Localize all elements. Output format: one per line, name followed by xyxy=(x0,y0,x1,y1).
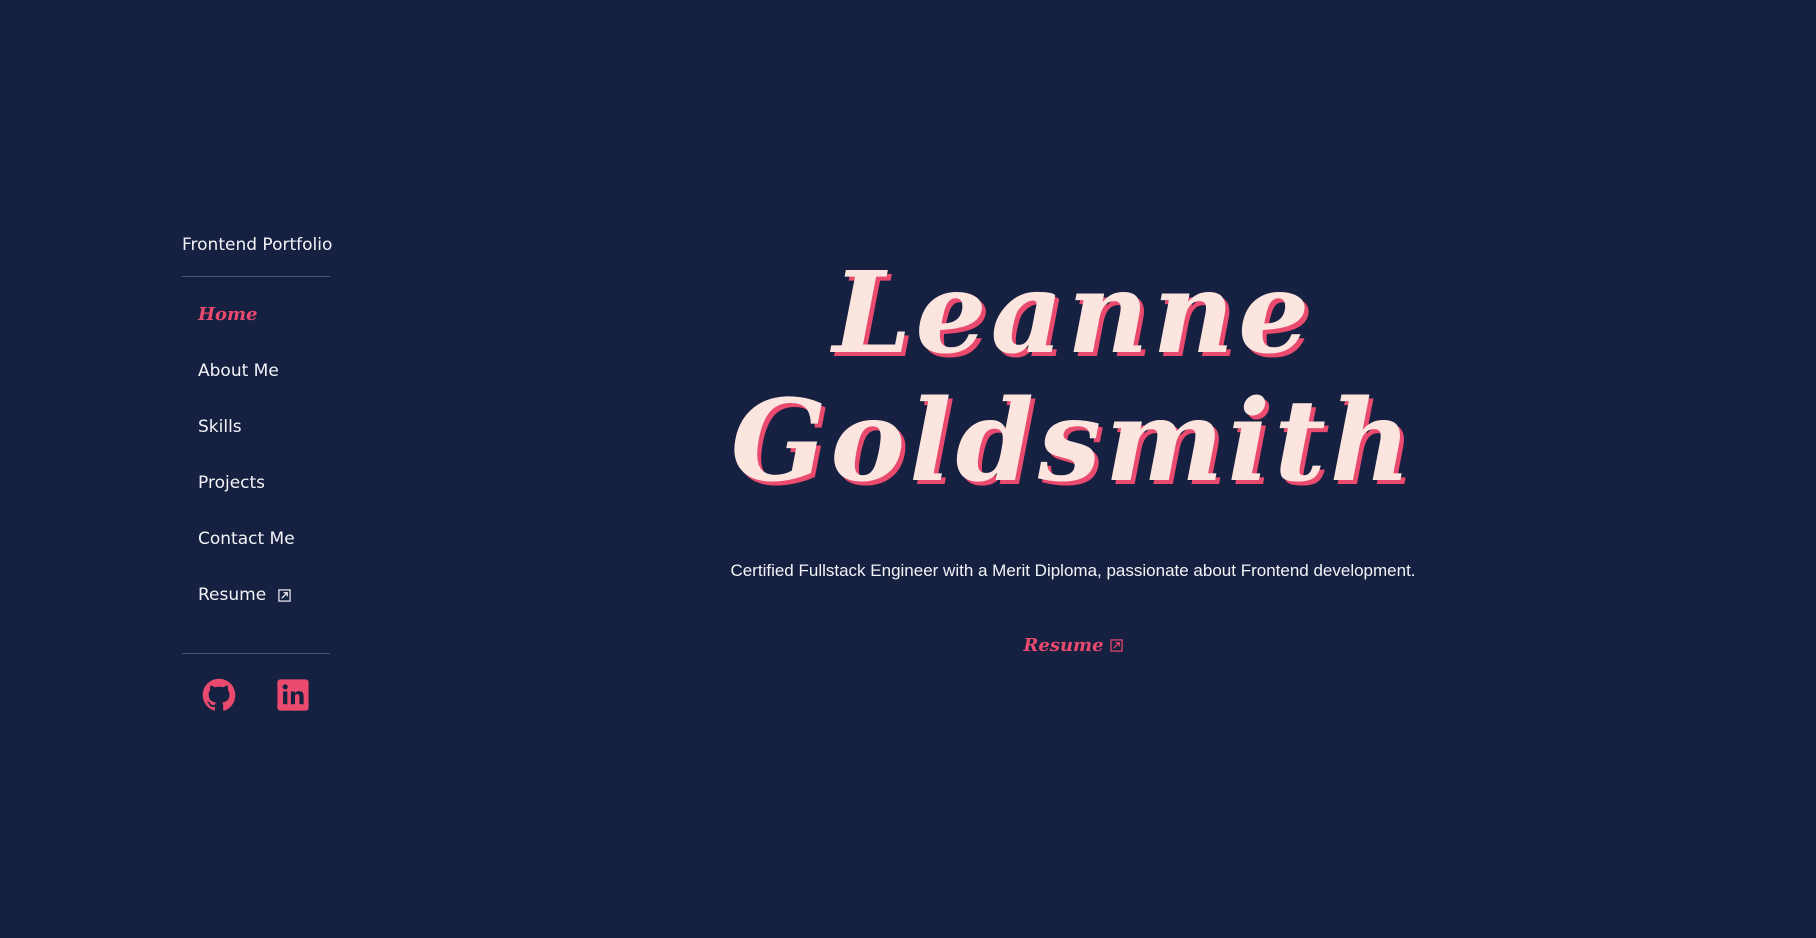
resume-button-label: Resume xyxy=(1023,635,1104,656)
nav-item-resume[interactable]: Resume xyxy=(182,577,330,633)
hero-section: Leanne Goldsmith Certified Fullstack Eng… xyxy=(640,250,1506,657)
nav-item-about-me[interactable]: About Me xyxy=(182,353,330,409)
nav-item-home[interactable]: Home xyxy=(182,297,330,353)
nav-item-resume-label: Resume xyxy=(198,585,267,605)
external-link-icon xyxy=(277,588,291,602)
nav-item-contact-me[interactable]: Contact Me xyxy=(182,521,330,577)
page: Frontend Portfolio Home About Me Skills … xyxy=(0,0,1816,938)
hero-name-first: Leanne xyxy=(832,248,1314,379)
sidebar-nav: Home About Me Skills Projects Contact Me… xyxy=(182,277,330,653)
sidebar: Frontend Portfolio Home About Me Skills … xyxy=(182,232,333,712)
github-icon[interactable] xyxy=(202,678,236,712)
hero-name-last: Goldsmith xyxy=(730,376,1416,507)
nav-item-skills[interactable]: Skills xyxy=(182,409,330,465)
external-link-icon xyxy=(1109,639,1123,652)
hero-tagline: Certified Fullstack Engineer with a Meri… xyxy=(730,561,1416,580)
brand-title: Frontend Portfolio xyxy=(182,235,333,255)
linkedin-icon[interactable] xyxy=(276,678,310,712)
nav-item-projects[interactable]: Projects xyxy=(182,465,330,521)
hero-name: Leanne Goldsmith xyxy=(640,250,1506,506)
resume-button[interactable]: Resume xyxy=(1023,635,1123,656)
social-links xyxy=(182,654,330,712)
